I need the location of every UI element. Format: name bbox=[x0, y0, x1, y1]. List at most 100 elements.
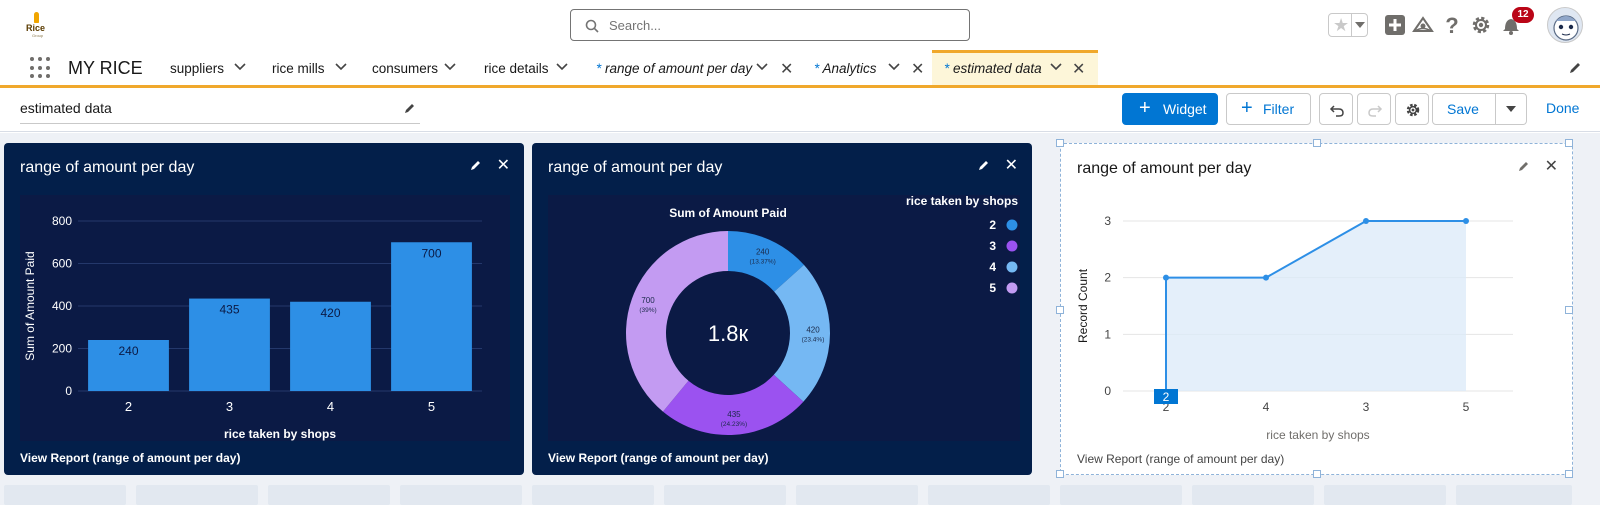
resize-handle[interactable] bbox=[1565, 306, 1573, 314]
help-icon[interactable]: ? bbox=[1441, 14, 1463, 36]
add-filter-button[interactable]: + Filter bbox=[1226, 93, 1311, 125]
view-report-link[interactable]: View Report (range of amount per day) bbox=[20, 451, 240, 465]
chevron-down-icon[interactable] bbox=[335, 62, 347, 72]
global-search-input[interactable]: Search... bbox=[570, 9, 970, 41]
legend-swatch bbox=[1006, 219, 1018, 231]
nav-tab-label: estimated data bbox=[953, 61, 1042, 76]
legend-label: 3 bbox=[989, 239, 996, 253]
pencil-icon[interactable] bbox=[978, 159, 990, 171]
astro-avatar-icon bbox=[1553, 15, 1579, 41]
favorites-button[interactable]: ★ bbox=[1328, 13, 1368, 37]
chevron-down-icon[interactable] bbox=[234, 62, 246, 72]
logo-text: Rice bbox=[26, 23, 46, 33]
y-tick-label: 800 bbox=[52, 214, 72, 228]
resize-handle[interactable] bbox=[1565, 470, 1573, 478]
dashboard-title-field[interactable]: estimated data bbox=[20, 100, 420, 124]
chevron-down-icon[interactable] bbox=[888, 62, 900, 72]
resize-handle[interactable] bbox=[1565, 139, 1573, 147]
nav-tab-rice-mills[interactable]: rice mills bbox=[272, 50, 352, 85]
area-fill bbox=[1166, 221, 1466, 391]
star-icon: ★ bbox=[1333, 15, 1350, 35]
user-avatar[interactable] bbox=[1547, 7, 1583, 43]
highlight-tooltip-label: 2 bbox=[1163, 390, 1170, 404]
trailhead-icon[interactable] bbox=[1412, 14, 1434, 36]
close-icon[interactable]: ✕ bbox=[497, 155, 510, 175]
plus-icon: + bbox=[1241, 97, 1253, 119]
widget-area-chart[interactable]: range of amount per day ✕ 0 1 2 3 2 4 3 5 2 rice … bbox=[1056, 139, 1573, 478]
x-tick-label: 5 bbox=[1463, 400, 1470, 414]
legend-swatch bbox=[1006, 261, 1018, 273]
bar-data-label: 240 bbox=[118, 344, 138, 358]
view-report-link[interactable]: View Report (range of amount per day) bbox=[548, 451, 768, 465]
nav-tab-consumers[interactable]: consumers bbox=[372, 50, 462, 85]
x-axis-label: rice taken by shops bbox=[224, 427, 336, 441]
pencil-icon[interactable] bbox=[470, 159, 482, 171]
dashboard-properties-button[interactable] bbox=[1395, 93, 1429, 125]
chevron-down-icon[interactable] bbox=[756, 62, 768, 72]
chevron-down-icon[interactable] bbox=[444, 62, 456, 72]
resize-handle[interactable] bbox=[1056, 306, 1064, 314]
y-tick-label: 600 bbox=[52, 257, 72, 271]
nav-tab-range-of-amount-per-day[interactable]: * range of amount per day ✕ bbox=[596, 50, 796, 85]
y-axis-label: Sum of Amount Paid bbox=[23, 251, 37, 360]
x-axis-label: rice taken by shops bbox=[1266, 428, 1369, 442]
slice-value-label: 435 bbox=[727, 410, 741, 419]
global-add-icon[interactable] bbox=[1384, 14, 1406, 36]
undo-button[interactable] bbox=[1319, 93, 1353, 125]
chevron-down-icon[interactable] bbox=[1050, 62, 1062, 72]
slice-value-label: 240 bbox=[756, 247, 770, 256]
unsaved-marker: * bbox=[814, 61, 820, 76]
plus-icon: + bbox=[1139, 97, 1151, 119]
global-header: Rice Group Search... ★ ? 12 bbox=[0, 0, 1600, 50]
setup-gear-icon[interactable] bbox=[1470, 14, 1492, 36]
resize-handle[interactable] bbox=[1313, 139, 1321, 147]
close-icon[interactable]: ✕ bbox=[1545, 156, 1558, 176]
add-widget-button[interactable]: + Widget bbox=[1122, 93, 1218, 125]
nav-tab-suppliers[interactable]: suppliers bbox=[170, 50, 255, 85]
chevron-down-icon[interactable] bbox=[556, 62, 568, 72]
y-tick-label: 1 bbox=[1104, 327, 1111, 341]
edit-nav-pencil-icon[interactable] bbox=[1568, 61, 1582, 75]
y-tick-label: 0 bbox=[65, 384, 72, 398]
pencil-icon[interactable] bbox=[404, 102, 416, 114]
close-icon[interactable]: ✕ bbox=[1005, 155, 1018, 175]
resize-handle[interactable] bbox=[1313, 470, 1321, 478]
widget-bar-chart[interactable]: range of amount per day ✕ 0 200 400 600 800 2… bbox=[4, 143, 524, 475]
dashboard-canvas: range of amount per day ✕ 0 200 400 600 800 2… bbox=[0, 133, 1600, 505]
slice-percent-label: (24.23%) bbox=[721, 421, 747, 428]
resize-handle[interactable] bbox=[1056, 139, 1064, 147]
x-tick-label: 4 bbox=[327, 399, 334, 414]
widget-donut-chart[interactable]: range of amount per day ✕ Sum of Amount … bbox=[532, 143, 1032, 475]
save-button[interactable]: Save bbox=[1432, 93, 1496, 125]
dashboard-title: estimated data bbox=[20, 100, 112, 116]
canvas-grid-cell bbox=[532, 485, 654, 505]
close-tab-icon[interactable]: ✕ bbox=[1072, 59, 1085, 79]
x-tick-label: 3 bbox=[1363, 400, 1370, 414]
close-tab-icon[interactable]: ✕ bbox=[780, 59, 793, 79]
save-menu-button[interactable] bbox=[1495, 93, 1527, 125]
nav-tab-rice-details[interactable]: rice details bbox=[484, 50, 574, 85]
app-logo[interactable]: Rice Group bbox=[22, 12, 52, 38]
nav-tab-analytics[interactable]: * Analytics ✕ bbox=[814, 50, 924, 85]
nav-tab-label: range of amount per day bbox=[605, 61, 753, 76]
search-placeholder: Search... bbox=[609, 18, 662, 33]
nav-tab-label: rice details bbox=[484, 61, 549, 76]
gear-icon bbox=[1406, 103, 1420, 117]
pencil-icon[interactable] bbox=[1518, 160, 1530, 172]
dashboard-toolbar: estimated data + Widget + Filter Save Do… bbox=[0, 88, 1600, 132]
unsaved-marker: * bbox=[944, 61, 950, 76]
done-button[interactable]: Done bbox=[1546, 100, 1579, 116]
chevron-down-icon[interactable] bbox=[1355, 22, 1365, 28]
x-tick-label: 4 bbox=[1263, 400, 1270, 414]
view-report-link[interactable]: View Report (range of amount per day) bbox=[1077, 452, 1284, 466]
y-tick-label: 200 bbox=[52, 342, 72, 356]
app-launcher-icon[interactable] bbox=[30, 57, 52, 79]
bar bbox=[391, 242, 472, 391]
nav-tab-estimated-data[interactable]: * estimated data ✕ bbox=[932, 50, 1098, 85]
close-tab-icon[interactable]: ✕ bbox=[911, 59, 924, 79]
resize-handle[interactable] bbox=[1056, 470, 1064, 478]
legend-swatch bbox=[1006, 282, 1018, 294]
redo-button[interactable] bbox=[1357, 93, 1391, 125]
canvas-grid-cell bbox=[4, 485, 126, 505]
widget-title: range of amount per day bbox=[548, 159, 723, 176]
